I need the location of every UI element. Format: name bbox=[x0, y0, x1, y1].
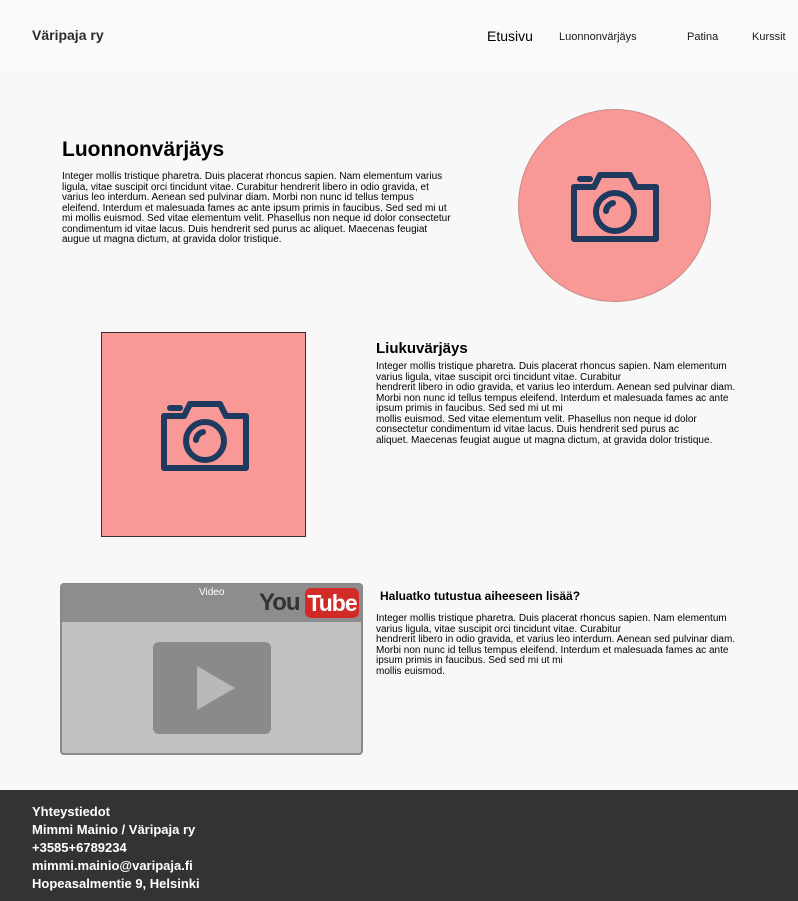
nav-link-etusivu[interactable]: Etusivu bbox=[487, 28, 533, 44]
text-line: consectetur condimentum id vitae lacus. … bbox=[376, 424, 679, 435]
nav-link-luonnonvarjays[interactable]: Luonnonvärjäys bbox=[559, 31, 637, 43]
text-line: hendrerit libero in odio gravida, et var… bbox=[376, 634, 736, 666]
footer-heading: Yhteystiedot bbox=[32, 804, 111, 819]
nav-link-kurssit[interactable]: Kurssit bbox=[752, 31, 786, 43]
brand-link[interactable]: Väripaja ry bbox=[32, 27, 104, 43]
text-line: Integer mollis tristique pharetra. Duis … bbox=[376, 613, 727, 635]
footer-address: Hopeasalmentie 9, Helsinki bbox=[32, 876, 200, 891]
footer-phone: +3585+6789234 bbox=[32, 840, 127, 855]
camera-icon bbox=[161, 401, 249, 471]
section-title-luonnonvarjays: Luonnonvärjäys bbox=[62, 138, 225, 161]
footer-name: Mimmi Mainio / Väripaja ry bbox=[32, 822, 196, 837]
nav-link-patina[interactable]: Patina bbox=[687, 31, 718, 43]
camera-icon bbox=[571, 172, 659, 242]
video-title-bar: Video You Tube bbox=[62, 585, 361, 622]
section-title-liukuvarjays: Liukuvärjäys bbox=[376, 340, 468, 357]
section-text-liukuvarjays: Integer mollis tristique pharetra. Duis … bbox=[376, 361, 756, 446]
video-player[interactable]: Video You Tube bbox=[60, 583, 363, 755]
footer-email: mimmi.mainio@varipaja.fi bbox=[32, 858, 193, 873]
image-placeholder-square bbox=[101, 332, 306, 537]
section-text-luonnonvarjays: Integer mollis tristique pharetra. Duis … bbox=[62, 171, 451, 245]
text-line: Integer mollis tristique pharetra. Duis … bbox=[376, 361, 727, 383]
text-line: mollis euismod. Sed vitae elementum veli… bbox=[376, 413, 697, 425]
youtube-logo: You bbox=[259, 589, 301, 616]
play-icon bbox=[197, 666, 235, 710]
section-title-lisaa: Haluatko tutustua aiheeseen lisää? bbox=[380, 589, 581, 603]
text-line: aliquet. Maecenas feugiat augue ut magna… bbox=[376, 434, 713, 446]
play-button[interactable] bbox=[153, 642, 271, 734]
footer: Yhteystiedot Mimmi Mainio / Väripaja ry … bbox=[0, 790, 798, 901]
navbar: Väripaja ry Etusivu Luonnonvärjäys Patin… bbox=[0, 6, 798, 66]
text-line: mollis euismod. bbox=[376, 665, 445, 677]
section-text-lisaa: Integer mollis tristique pharetra. Duis … bbox=[376, 613, 756, 677]
youtube-logo-tube: Tube bbox=[305, 588, 359, 618]
text-line: hendrerit libero in odio gravida, et var… bbox=[376, 382, 736, 414]
image-placeholder-circle bbox=[518, 109, 711, 302]
video-label: Video bbox=[199, 587, 225, 598]
